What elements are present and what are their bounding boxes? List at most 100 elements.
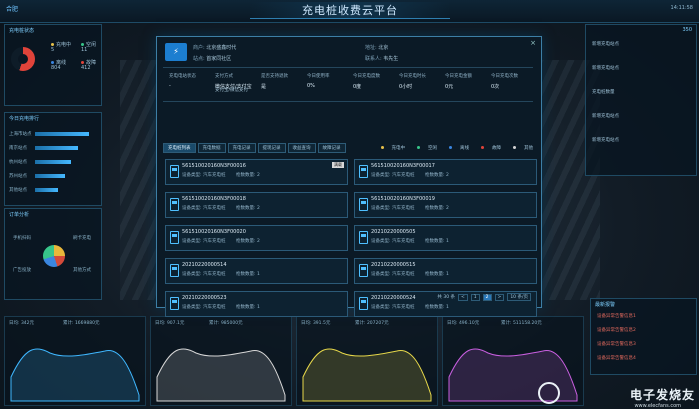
status-badge: 满载	[332, 162, 344, 168]
chart-curve	[10, 348, 140, 402]
top-bar: 合肥 充电桩收费云平台 14:11:58	[0, 0, 699, 23]
prev-page-button[interactable]: <	[458, 293, 468, 301]
legend-item: 故障	[475, 145, 501, 151]
charger-card[interactable]: 561510020160N3F00017 设备类型: 汽车充电桩 枪数数量: 2	[354, 159, 537, 185]
tab-3[interactable]: 提现记录	[257, 143, 286, 153]
tab-5[interactable]: 故障记录	[317, 143, 346, 153]
charger-id: 20210220000524	[371, 295, 416, 301]
rank-bar	[35, 146, 79, 150]
revenue-chart: 日均: 907.1元 累计: 985000元	[150, 316, 292, 406]
summary-label: 今日充电度数	[353, 74, 380, 79]
charger-id: 20210220000505	[371, 229, 416, 235]
station-logo: ⚡	[165, 43, 187, 61]
charger-icon	[170, 297, 179, 310]
chart-area	[10, 348, 140, 402]
charger-card[interactable]: 561510020160N3F00019 设备类型: 汽车充电桩 枪数数量: 2	[354, 192, 537, 218]
tab-1[interactable]: 充电数据	[197, 143, 226, 153]
charger-guns: 枪数数量: 1	[236, 305, 260, 310]
next-page-button[interactable]: >	[494, 293, 505, 301]
summary-item: 今日充电次数 0次	[491, 73, 518, 90]
legend-item: 空闲	[411, 145, 437, 151]
clock: 14:11:58	[670, 5, 693, 11]
summary-label: 今日充电时长	[399, 74, 426, 79]
charger-icon	[359, 198, 368, 211]
right-list-item: 新增充电站点	[592, 42, 619, 47]
app-logo: 合肥	[6, 6, 19, 13]
tab-2[interactable]: 充电记录	[227, 143, 256, 153]
chart-curve	[302, 348, 432, 402]
legend-item: 离线	[443, 145, 469, 151]
charger-guns: 枪数数量: 2	[236, 173, 260, 178]
charger-type: 设备类型: 汽车充电桩	[182, 305, 226, 310]
contact-field: 联系人: 韦先生	[365, 56, 399, 62]
summary-label: 今日充电次数	[491, 74, 518, 79]
charger-card[interactable]: 561510020160N3F00018 设备类型: 汽车充电桩 枪数数量: 2	[165, 192, 348, 218]
summary-label: 支付方式	[215, 74, 233, 79]
summary-item: 今日充电金额 0元	[445, 73, 472, 90]
page-1-button[interactable]: 1	[470, 293, 480, 301]
legend-label: 故障	[492, 146, 501, 151]
right-list-item: 新增充电站点	[592, 114, 619, 119]
chart-area	[302, 348, 432, 402]
bar-label: 南京站点	[9, 146, 27, 151]
right-panel: 350 新增充电站点 新增充电站点 充电桩数量 新增充电站点 新增充电站点	[585, 24, 697, 176]
legend-dot-icon	[417, 146, 420, 149]
charger-guns: 枪数数量: 1	[425, 305, 449, 310]
legend-item: 其他	[507, 145, 533, 151]
summary-label: 今日使用率	[307, 74, 330, 79]
legend-label: 充电中	[391, 146, 406, 151]
charger-card[interactable]: 561510020160N3F00016 设备类型: 汽车充电桩 枪数数量: 2 满载	[165, 159, 348, 185]
status-donut	[11, 47, 35, 71]
charger-card[interactable]: 561510020160N3F00020 设备类型: 汽车充电桩 枪数数量: 2	[165, 225, 348, 251]
watermark-logo-icon	[538, 382, 560, 404]
status-panel: 充电桩状态 充电中 空闲 5 11 离线 故障 804 412	[4, 24, 102, 106]
charger-icon	[170, 231, 179, 244]
summary-value: 0次	[491, 84, 500, 90]
legend-label: 离线	[460, 146, 469, 151]
legend-dot-icon	[481, 146, 484, 149]
summary-label: 今日充电金额	[445, 74, 472, 79]
summary-value: -	[169, 83, 171, 89]
charger-icon	[359, 165, 368, 178]
alert-item[interactable]: 设备异常告警信息4	[597, 355, 636, 361]
rank-bar	[35, 132, 89, 136]
legend-dot-icon	[449, 146, 452, 149]
charger-card[interactable]: 20210220000523 设备类型: 汽车充电桩 枪数数量: 1	[165, 291, 348, 317]
charger-id: 20210220000523	[182, 295, 227, 301]
panel-title: 充电桩状态	[9, 28, 35, 34]
summary-label: 是否支持退款	[261, 74, 288, 79]
bar-label: 杭州站点	[9, 160, 27, 165]
alert-item[interactable]: 设备异常告警信息1	[597, 313, 636, 319]
alert-item[interactable]: 设备异常告警信息3	[597, 341, 636, 347]
revenue-chart: 日均: 391.5元 累计: 207207元	[296, 316, 438, 406]
bar-label: 上海市站点	[9, 132, 32, 137]
watermark-url: www.elecfans.com	[634, 403, 681, 409]
charger-card[interactable]: 20210220000514 设备类型: 汽车充电桩 枪数数量: 1	[165, 258, 348, 284]
rank-bar	[35, 188, 58, 192]
right-list-item: 新增充电站点	[592, 66, 619, 71]
tab-0[interactable]: 充电桩列表	[163, 143, 196, 153]
charger-icon	[359, 297, 368, 310]
charger-id: 20210220000515	[371, 262, 416, 268]
charger-card[interactable]: 20210220000515 设备类型: 汽车充电桩 枪数数量: 1	[354, 258, 537, 284]
merchant-field: 商户: 北京盛鑫时代	[193, 45, 237, 51]
watermark-brand: 电子发烧友	[629, 388, 695, 402]
charger-type: 设备类型: 汽车充电桩	[182, 239, 226, 244]
tab-4[interactable]: 收益查询	[287, 143, 316, 153]
pagination: 共 30 条 < 1 2 > 10 条/页	[437, 293, 531, 301]
legend-label: 其他	[524, 146, 533, 151]
charger-id: 561510020160N3F00020	[182, 229, 246, 235]
page-size-select[interactable]: 10 条/页	[507, 293, 531, 301]
legend-dot-icon	[513, 146, 516, 149]
charger-icon	[359, 231, 368, 244]
order-panel: 订单分析 手机扫码 刷卡充电 广告投放 其他方式	[4, 208, 102, 300]
legend-label: 空闲	[428, 146, 437, 151]
ranking-panel: 今日充电排行 上海市站点 南京站点 杭州站点 苏州站点 其他站点	[4, 112, 102, 206]
charger-id: 561510020160N3F00018	[182, 196, 246, 202]
summary-value: 0元	[445, 84, 454, 90]
close-icon[interactable]: ×	[530, 39, 536, 47]
charger-icon	[170, 264, 179, 277]
charger-card[interactable]: 20210220000505 设备类型: 汽车充电桩 枪数数量: 1	[354, 225, 537, 251]
page-2-button[interactable]: 2	[482, 293, 492, 301]
alert-item[interactable]: 设备异常告警信息2	[597, 327, 636, 333]
